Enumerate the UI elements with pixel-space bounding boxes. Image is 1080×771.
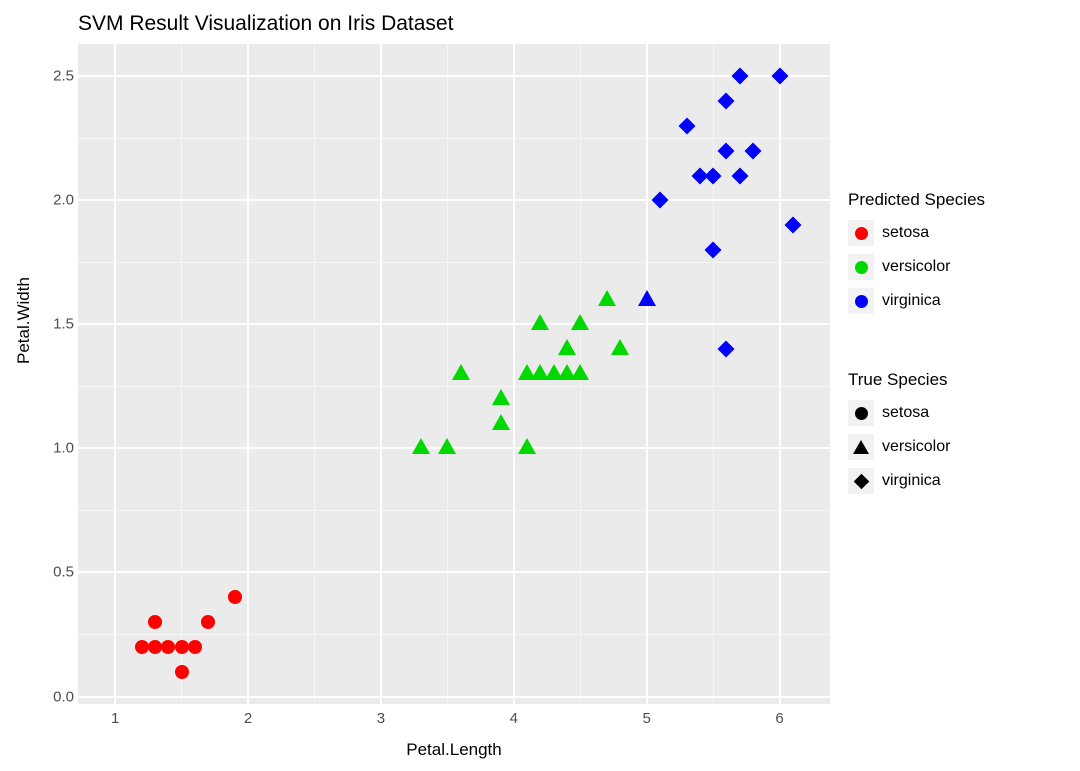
gridline-h-minor	[78, 262, 830, 263]
x-tick-label: 2	[244, 710, 252, 727]
data-point	[492, 389, 510, 405]
data-point	[718, 142, 735, 159]
circle-icon	[855, 261, 868, 274]
gridline-h-minor	[78, 138, 830, 139]
y-axis-label: Petal.Width	[14, 277, 34, 364]
gridline-v	[513, 44, 515, 704]
legend-label: versicolor	[882, 438, 950, 456]
data-point	[571, 364, 589, 380]
gridline-v	[646, 44, 648, 704]
data-point	[718, 341, 735, 358]
legend-title: True Species	[848, 370, 1068, 390]
gridline-h-minor	[78, 386, 830, 387]
data-point	[558, 339, 576, 355]
data-point	[718, 93, 735, 110]
data-point	[188, 640, 202, 654]
circle-icon	[855, 407, 868, 420]
legend-key	[848, 288, 874, 314]
legend-item-setosa-shape: setosa	[848, 400, 1068, 426]
gridline-h	[78, 199, 830, 201]
gridline-v-minor	[181, 44, 182, 704]
y-tick-label: 0.5	[48, 564, 74, 581]
legend-key	[848, 400, 874, 426]
data-point	[175, 640, 189, 654]
chart-title: SVM Result Visualization on Iris Dataset	[78, 12, 453, 36]
gridline-v-minor	[447, 44, 448, 704]
data-point	[148, 615, 162, 629]
gridline-v-minor	[713, 44, 714, 704]
legend-item-virginica: virginica	[848, 288, 1068, 314]
data-point	[731, 167, 748, 184]
data-point	[412, 438, 430, 454]
legend-label: setosa	[882, 224, 929, 242]
data-point	[161, 640, 175, 654]
legend-label: virginica	[882, 472, 941, 490]
y-tick-label: 1.0	[48, 440, 74, 457]
legend-key	[848, 220, 874, 246]
data-point	[731, 68, 748, 85]
gridline-v-minor	[314, 44, 315, 704]
data-point	[678, 117, 695, 134]
y-tick-label: 0.0	[48, 688, 74, 705]
legend-key	[848, 434, 874, 460]
data-point	[744, 142, 761, 159]
data-point	[228, 590, 242, 604]
gridline-v	[380, 44, 382, 704]
legend-item-versicolor: versicolor	[848, 254, 1068, 280]
diamond-icon	[853, 473, 869, 489]
data-point	[518, 438, 536, 454]
x-tick-label: 5	[642, 710, 650, 727]
y-tick-label: 2.5	[48, 68, 74, 85]
legend-label: setosa	[882, 404, 929, 422]
data-point	[571, 314, 589, 330]
x-axis-label: Petal.Length	[78, 740, 830, 760]
legend-item-setosa: setosa	[848, 220, 1068, 246]
data-point	[531, 314, 549, 330]
gridline-h	[78, 323, 830, 325]
data-point	[638, 290, 656, 306]
data-point	[771, 68, 788, 85]
gridline-h-minor	[78, 634, 830, 635]
data-point	[492, 414, 510, 430]
plot-panel	[78, 44, 830, 704]
data-point	[148, 640, 162, 654]
gridline-h	[78, 696, 830, 698]
x-tick-label: 1	[111, 710, 119, 727]
legend-key	[848, 254, 874, 280]
legend-true-species: True Species setosa versicolor virginica	[848, 370, 1068, 502]
gridline-h	[78, 571, 830, 573]
data-point	[438, 438, 456, 454]
data-point	[598, 290, 616, 306]
legend-item-virginica-shape: virginica	[848, 468, 1068, 494]
y-tick-label: 1.5	[48, 316, 74, 333]
gridline-v	[114, 44, 116, 704]
data-point	[452, 364, 470, 380]
data-point	[175, 665, 189, 679]
legend-label: virginica	[882, 292, 941, 310]
data-point	[135, 640, 149, 654]
gridline-h	[78, 75, 830, 77]
circle-icon	[855, 295, 868, 308]
data-point	[611, 339, 629, 355]
legend-title: Predicted Species	[848, 190, 1068, 210]
gridline-h-minor	[78, 510, 830, 511]
chart-container: SVM Result Visualization on Iris Dataset…	[0, 0, 1080, 771]
circle-icon	[855, 227, 868, 240]
gridline-v	[247, 44, 249, 704]
legend-label: versicolor	[882, 258, 950, 276]
data-point	[705, 167, 722, 184]
data-point	[784, 217, 801, 234]
legend-key	[848, 468, 874, 494]
legend-predicted-species: Predicted Species setosa versicolor virg…	[848, 190, 1068, 322]
data-point	[705, 241, 722, 258]
gridline-v	[779, 44, 781, 704]
y-tick-label: 2.0	[48, 192, 74, 209]
data-point	[651, 192, 668, 209]
legend-item-versicolor-shape: versicolor	[848, 434, 1068, 460]
data-point	[201, 615, 215, 629]
triangle-icon	[853, 440, 869, 454]
x-tick-label: 6	[775, 710, 783, 727]
x-tick-label: 3	[377, 710, 385, 727]
x-tick-label: 4	[510, 710, 518, 727]
